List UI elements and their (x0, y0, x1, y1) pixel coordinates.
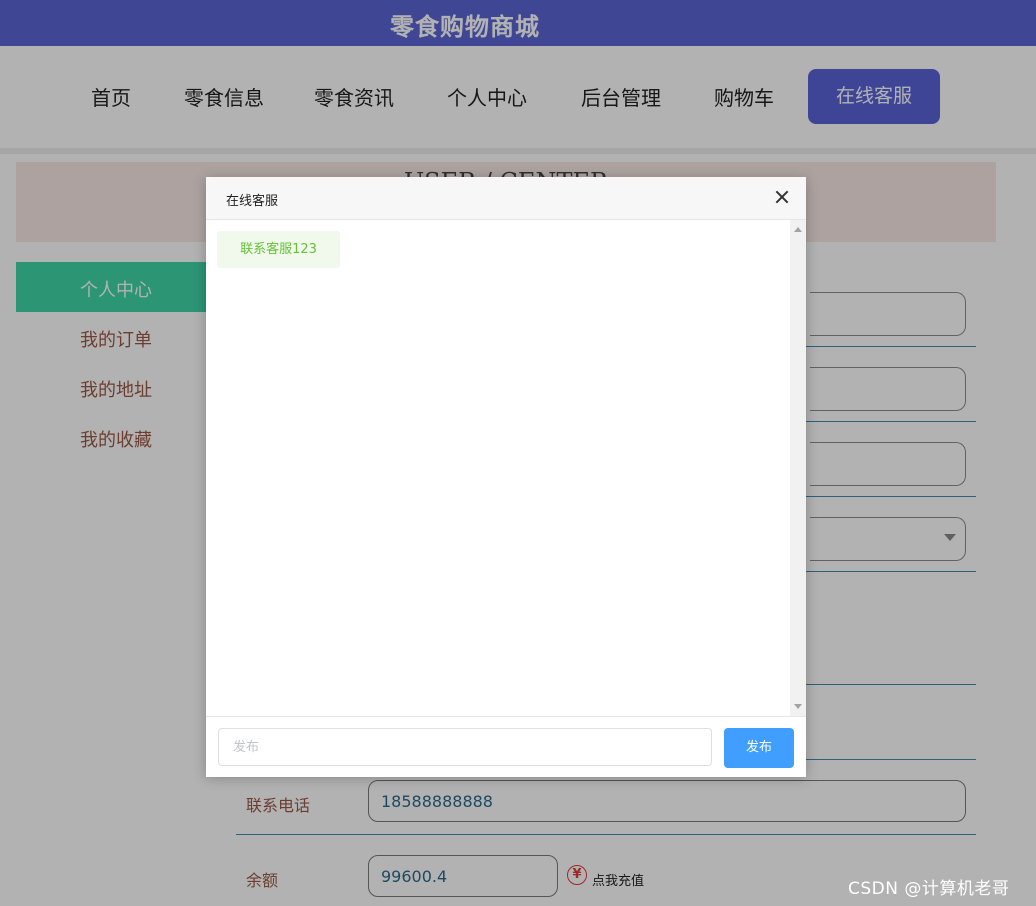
chat-message-area[interactable]: 联系客服123 (206, 220, 790, 716)
scroll-down-icon[interactable] (794, 704, 802, 709)
close-icon[interactable] (773, 188, 791, 206)
dialog-header: 在线客服 (206, 177, 806, 220)
dialog-footer: 发布 (206, 716, 806, 777)
send-button[interactable]: 发布 (724, 728, 794, 768)
dialog-title: 在线客服 (226, 194, 279, 209)
chat-scrollbar[interactable] (790, 220, 806, 716)
chat-message: 联系客服123 (217, 231, 340, 268)
chat-input[interactable] (218, 728, 712, 766)
watermark: CSDN @计算机老哥 (848, 879, 1010, 899)
scroll-up-icon[interactable] (794, 227, 802, 232)
customer-service-dialog: 在线客服 联系客服123 发布 (206, 177, 806, 777)
